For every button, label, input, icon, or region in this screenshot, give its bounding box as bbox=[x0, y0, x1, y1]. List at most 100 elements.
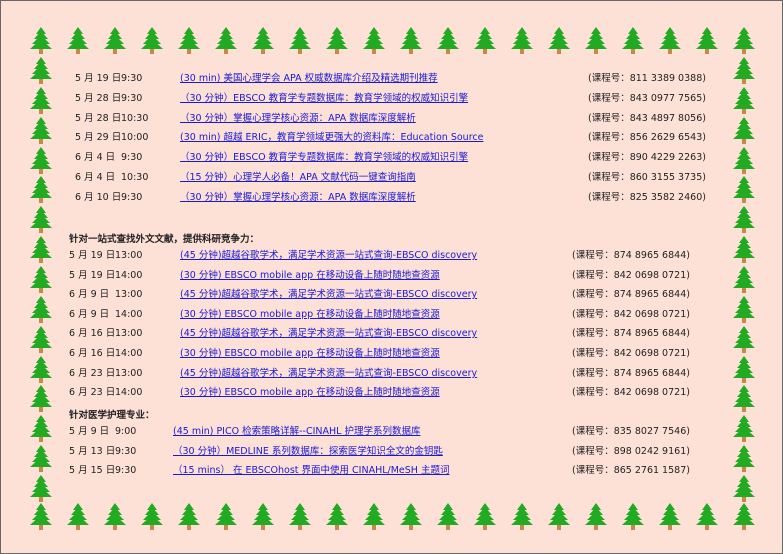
christmas-tree-icon bbox=[29, 87, 53, 115]
course-link[interactable]: (45 分钟)超越谷歌学术，满足学术资源一站式查询-EBSCO discover… bbox=[180, 368, 477, 380]
course-link[interactable]: （30 分钟）MEDLINE 系列数据库：探索医学知识全文的金钥匙 bbox=[173, 446, 443, 458]
course-link[interactable]: （15 mins） 在 EBSCOhost 界面中使用 CINAHL/MeSH … bbox=[173, 465, 449, 477]
course-link[interactable]: （15 分钟）心理学人必备！APA 文献代码一键查询指南 bbox=[180, 172, 416, 184]
christmas-tree-icon bbox=[732, 117, 756, 145]
session-time: 10:00 bbox=[121, 132, 149, 143]
schedule-row: 5 月 19 日 14:00 (30 分钟) EBSCO mobile app 在移… bbox=[69, 270, 719, 282]
course-link[interactable]: (30 分钟) EBSCO mobile app 在移动设备上随时随地查资源 bbox=[180, 270, 440, 282]
schedule-row: 5 月 13 日 9:30 （30 分钟）MEDLINE 系列数据库：探索医学知识全… bbox=[69, 446, 719, 458]
christmas-tree-icon bbox=[473, 27, 497, 55]
course-code: (课程号：874 8965 6844) bbox=[572, 250, 690, 261]
christmas-tree-icon bbox=[251, 27, 275, 55]
christmas-tree-icon bbox=[732, 57, 756, 85]
course-link[interactable]: (45 min) PICO 检索策略详解--CINAHL 护理学系列数据库 bbox=[173, 426, 420, 438]
session-time: 10:30 bbox=[121, 172, 149, 183]
christmas-tree-icon bbox=[584, 503, 608, 531]
schedule-row: 5 月 15 日 9:30 （15 mins） 在 EBSCOhost 界面中使用 … bbox=[69, 465, 719, 477]
course-link[interactable]: （30 分钟）EBSCO 教育学专题数据库：教育学领域的权威知识引擎 bbox=[180, 93, 468, 105]
course-link[interactable]: (45 分钟)超越谷歌学术，满足学术资源一站式查询-EBSCO discover… bbox=[180, 289, 477, 301]
christmas-tree-icon bbox=[103, 503, 127, 531]
christmas-tree-icon bbox=[732, 236, 756, 264]
christmas-tree-icon bbox=[695, 27, 719, 55]
schedule-row: 6 月 16 日 14:00 (30 分钟) EBSCO mobile app 在移… bbox=[69, 348, 719, 360]
christmas-tree-icon bbox=[362, 503, 386, 531]
christmas-tree-icon bbox=[103, 27, 127, 55]
course-link[interactable]: (30 分钟) EBSCO mobile app 在移动设备上随时随地查资源 bbox=[180, 387, 440, 399]
christmas-tree-icon bbox=[29, 176, 53, 204]
course-code: (课程号：842 0698 0721) bbox=[572, 270, 690, 281]
course-link[interactable]: （30 分钟）掌握心理学核心资源：APA 数据库深度解析 bbox=[180, 192, 416, 204]
christmas-tree-icon bbox=[29, 27, 53, 55]
session-date: 6 月 16 日 bbox=[69, 328, 116, 339]
christmas-tree-icon bbox=[29, 117, 53, 145]
session-time: 14:00 bbox=[115, 387, 143, 398]
schedule-row: 6 月 23 日 14:00 (30 分钟) EBSCO mobile app 在移… bbox=[69, 387, 719, 399]
christmas-tree-icon bbox=[510, 503, 534, 531]
course-link[interactable]: （30 分钟）EBSCO 教育学专题数据库：教育学领域的权威知识引擎 bbox=[180, 152, 468, 164]
section-heading-medical: 针对医学护理专业： bbox=[69, 410, 155, 421]
course-link[interactable]: (30 min) 超越 ERIC，教育学领域更强大的资料库：Education … bbox=[180, 132, 483, 144]
course-link[interactable]: (45 分钟)超越谷歌学术，满足学术资源一站式查询-EBSCO discover… bbox=[180, 250, 477, 262]
course-code: (课程号：825 3582 2460) bbox=[588, 192, 706, 203]
schedule-row: 6 月 9 日 13:00 (45 分钟)超越谷歌学术，满足学术资源一站式查询-EB… bbox=[69, 289, 719, 301]
session-time: 10:30 bbox=[121, 113, 149, 124]
session-date: 6 月 4 日 bbox=[75, 152, 116, 163]
session-date: 5 月 28 日 bbox=[75, 113, 122, 124]
christmas-tree-icon bbox=[29, 475, 53, 503]
course-link[interactable]: （30 分钟）掌握心理学核心资源：APA 数据库深度解析 bbox=[180, 113, 416, 125]
christmas-tree-icon bbox=[29, 296, 53, 324]
course-code: (课程号：865 2761 1587) bbox=[572, 465, 690, 476]
session-time: 13:00 bbox=[115, 250, 143, 261]
christmas-tree-icon bbox=[621, 27, 645, 55]
christmas-tree-icon bbox=[140, 503, 164, 531]
session-date: 6 月 9 日 bbox=[69, 289, 110, 300]
course-code: (课程号：898 0242 9161) bbox=[572, 446, 690, 457]
christmas-tree-icon bbox=[732, 326, 756, 354]
session-time: 14:00 bbox=[115, 309, 143, 320]
christmas-tree-icon bbox=[214, 27, 238, 55]
christmas-tree-icon bbox=[29, 206, 53, 234]
session-date: 6 月 16 日 bbox=[69, 348, 116, 359]
session-date: 6 月 9 日 bbox=[69, 309, 110, 320]
session-time: 13:00 bbox=[115, 289, 143, 300]
course-link[interactable]: (45 分钟)超越谷歌学术，满足学术资源一站式查询-EBSCO discover… bbox=[180, 328, 477, 340]
schedule-row: 5 月 9 日 9:00 (45 min) PICO 检索策略详解--CINAHL … bbox=[69, 426, 719, 438]
christmas-tree-icon bbox=[288, 503, 312, 531]
session-date: 6 月 23 日 bbox=[69, 387, 116, 398]
christmas-tree-icon bbox=[399, 503, 423, 531]
christmas-tree-icon bbox=[732, 415, 756, 443]
christmas-tree-icon bbox=[177, 503, 201, 531]
session-date: 5 月 29 日 bbox=[75, 132, 122, 143]
christmas-tree-icon bbox=[66, 503, 90, 531]
schedule-row: 6 月 4 日 9:30 （30 分钟）EBSCO 教育学专题数据库：教育学领域的权… bbox=[75, 152, 725, 164]
course-code: (课程号：843 0977 7565) bbox=[588, 93, 706, 104]
schedule-row: 5 月 19 日 9:30 (30 min) 美国心理学会 APA 权威数据库介绍及… bbox=[75, 73, 725, 85]
christmas-tree-icon bbox=[66, 27, 90, 55]
christmas-tree-icon bbox=[29, 445, 53, 473]
christmas-tree-icon bbox=[695, 503, 719, 531]
course-link[interactable]: (30 分钟) EBSCO mobile app 在移动设备上随时随地查资源 bbox=[180, 309, 440, 321]
session-date: 5 月 28 日 bbox=[75, 93, 122, 104]
session-date: 6 月 4 日 bbox=[75, 172, 116, 183]
christmas-tree-icon bbox=[29, 147, 53, 175]
christmas-tree-icon bbox=[177, 27, 201, 55]
christmas-tree-icon bbox=[547, 503, 571, 531]
session-date: 5 月 19 日 bbox=[75, 73, 122, 84]
course-code: (课程号：856 2629 6543) bbox=[588, 132, 706, 143]
session-date: 5 月 9 日 bbox=[69, 426, 110, 437]
christmas-tree-icon bbox=[732, 87, 756, 115]
christmas-tree-icon bbox=[584, 27, 608, 55]
christmas-tree-icon bbox=[473, 503, 497, 531]
course-link[interactable]: (30 min) 美国心理学会 APA 权威数据库介绍及精选期刊推荐 bbox=[180, 73, 438, 85]
course-link[interactable]: (30 分钟) EBSCO mobile app 在移动设备上随时随地查资源 bbox=[180, 348, 440, 360]
session-date: 5 月 13 日 bbox=[69, 446, 116, 457]
schedule-row: 6 月 23 日 13:00 (45 分钟)超越谷歌学术，满足学术资源一站式查询-E… bbox=[69, 368, 719, 380]
christmas-tree-icon bbox=[732, 296, 756, 324]
session-time: 9:00 bbox=[115, 426, 137, 437]
christmas-tree-icon bbox=[547, 27, 571, 55]
christmas-tree-icon bbox=[325, 503, 349, 531]
christmas-tree-icon bbox=[29, 266, 53, 294]
session-date: 5 月 19 日 bbox=[69, 250, 116, 261]
christmas-tree-icon bbox=[29, 415, 53, 443]
course-code: (课程号：874 8965 6844) bbox=[572, 368, 690, 379]
